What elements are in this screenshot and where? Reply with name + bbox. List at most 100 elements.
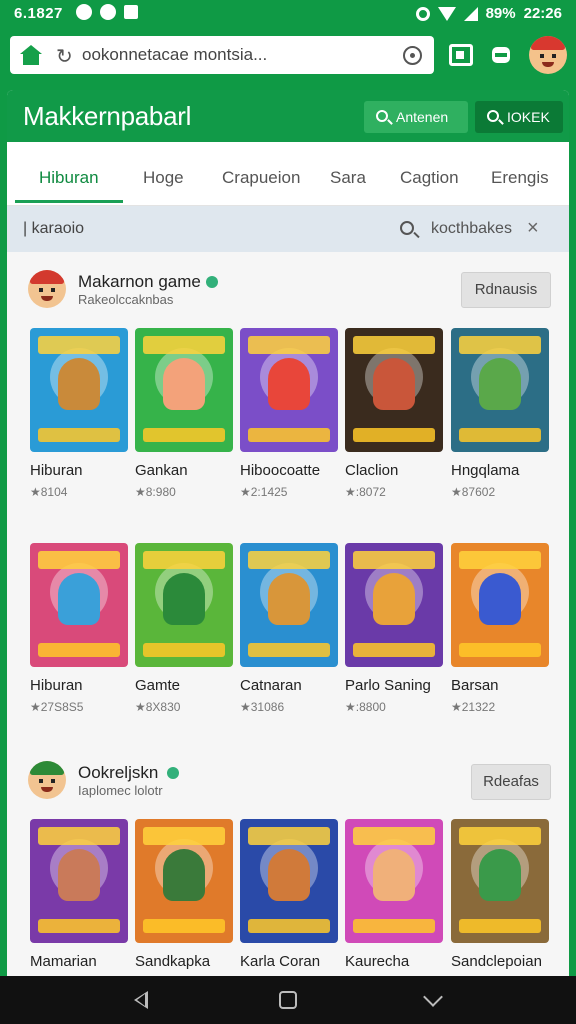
wifi-icon (437, 6, 456, 21)
thumbnail-character (373, 573, 415, 625)
notification-icon (100, 4, 116, 20)
game-rating: ★8:980 (135, 485, 176, 499)
section-more-button[interactable]: Rdeafas (471, 764, 551, 800)
back-icon[interactable] (134, 991, 148, 1009)
app-header: Makkernpabarl Antenen IOKEK (7, 90, 569, 142)
thumbnail-character (268, 573, 310, 625)
search-icon (376, 110, 388, 122)
thumbnail-logo (459, 428, 541, 442)
thumbnail-character (163, 849, 205, 901)
thumbnail-logo (38, 643, 120, 657)
game-title[interactable]: Gamte (135, 677, 180, 694)
game-thumbnail[interactable] (240, 328, 338, 452)
search-button[interactable]: Antenen (364, 101, 468, 133)
thumbnail-logo (353, 643, 435, 657)
extensions-icon[interactable] (489, 44, 513, 66)
search-icon[interactable] (400, 221, 414, 235)
thumbnail-banner (248, 336, 330, 354)
game-title[interactable]: Karla Coran (240, 953, 320, 970)
tabs-icon[interactable] (449, 44, 473, 66)
signal-icon (463, 6, 478, 21)
section-more-button[interactable]: Rdnausis (461, 272, 551, 308)
recents-icon[interactable] (423, 987, 443, 1007)
thumbnail-banner (143, 827, 225, 845)
game-title[interactable]: Kaurecha (345, 953, 409, 970)
game-thumbnail[interactable] (30, 819, 128, 943)
section-avatar (28, 270, 66, 308)
game-thumbnail[interactable] (345, 328, 443, 452)
game-thumbnail[interactable] (135, 328, 233, 452)
verified-icon (206, 276, 218, 288)
thumbnail-logo (143, 428, 225, 442)
tab-cagtion[interactable]: Cagtion (400, 168, 459, 188)
game-thumbnail[interactable] (135, 543, 233, 667)
thumbnail-logo (353, 919, 435, 933)
gallery-icon (124, 5, 138, 19)
status-right: 89% 22:26 (415, 5, 562, 22)
game-thumbnail[interactable] (451, 543, 549, 667)
thumbnail-banner (248, 551, 330, 569)
system-nav-bar (0, 976, 576, 1024)
status-bar: 6.1827 89% 22:26 (0, 0, 576, 28)
thumbnail-banner (353, 827, 435, 845)
thumbnail-character (373, 358, 415, 410)
thumbnail-logo (248, 643, 330, 657)
tab-hoge[interactable]: Hoge (143, 168, 184, 188)
section-subtitle: Iaplomec lolotr (78, 783, 163, 798)
game-title[interactable]: Hiburan (30, 677, 83, 694)
section-title: Ookreljskn (78, 763, 159, 782)
game-thumbnail[interactable] (30, 543, 128, 667)
game-thumbnail[interactable] (451, 819, 549, 943)
thumbnail-character (163, 573, 205, 625)
game-thumbnail[interactable] (345, 543, 443, 667)
app-title: Makkernpabarl (23, 101, 192, 131)
game-title[interactable]: Hngqlama (451, 462, 519, 479)
profile-avatar[interactable] (529, 36, 567, 74)
location-target-icon[interactable] (403, 46, 422, 65)
game-title[interactable]: Hiboocoatte (240, 462, 320, 479)
home-button-icon[interactable] (279, 991, 297, 1009)
thumbnail-banner (143, 551, 225, 569)
game-rating: ★31086 (240, 700, 285, 714)
home-icon[interactable] (20, 45, 42, 65)
game-title[interactable]: Parlo Saning (345, 677, 431, 694)
thumbnail-banner (38, 336, 120, 354)
game-thumbnail[interactable] (135, 819, 233, 943)
thumbnail-character (58, 358, 100, 410)
thumbnail-character (58, 573, 100, 625)
game-rating: ★:8800 (345, 700, 386, 714)
filter-search-text[interactable]: kocthbakes (431, 220, 512, 238)
game-title[interactable]: Mamarian (30, 953, 97, 970)
status-time-right: 22:26 (523, 5, 562, 22)
game-title[interactable]: Catnaran (240, 677, 302, 694)
tab-erengis[interactable]: Erengis (491, 168, 549, 188)
game-thumbnail[interactable] (240, 819, 338, 943)
game-title[interactable]: Sandkapka (135, 953, 210, 970)
game-thumbnail[interactable] (30, 328, 128, 452)
game-rating: ★8104 (30, 485, 68, 499)
url-bar[interactable]: ↻ ookonnetacae montsia... (10, 36, 434, 74)
tab-sara[interactable]: Sara (330, 168, 366, 188)
section-title: Makarnon game (78, 272, 201, 291)
game-thumbnail[interactable] (240, 543, 338, 667)
reload-icon[interactable]: ↻ (56, 44, 73, 69)
game-thumbnail[interactable] (451, 328, 549, 452)
whatsapp-icon (76, 4, 92, 20)
lookup-button[interactable]: IOKEK (475, 101, 563, 133)
lookup-button-label: IOKEK (507, 109, 550, 125)
thumbnail-logo (38, 919, 120, 933)
game-title[interactable]: Claclion (345, 462, 398, 479)
game-thumbnail[interactable] (345, 819, 443, 943)
close-icon[interactable]: × (527, 217, 539, 240)
tab-crapueion[interactable]: Crapueion (222, 168, 300, 188)
thumbnail-logo (38, 428, 120, 442)
tab-hiburan[interactable]: Hiburan (39, 168, 99, 188)
thumbnail-character (479, 849, 521, 901)
game-title[interactable]: Sandclepoian (451, 953, 542, 970)
url-text[interactable]: ookonnetacae montsia... (82, 45, 267, 65)
game-title[interactable]: Gankan (135, 462, 188, 479)
thumbnail-banner (248, 827, 330, 845)
game-title[interactable]: Barsan (451, 677, 499, 694)
verified-icon (167, 767, 179, 779)
game-title[interactable]: Hiburan (30, 462, 83, 479)
